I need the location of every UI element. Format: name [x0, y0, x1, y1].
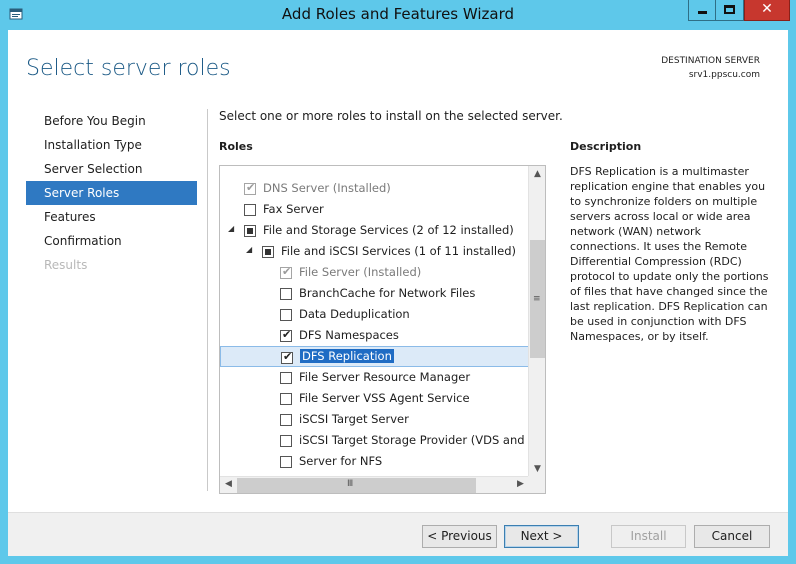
role-label: File Server VSS Agent Service — [299, 391, 470, 405]
destination-server-name: srv1.ppscu.com — [688, 70, 760, 80]
role-checkbox[interactable] — [280, 288, 292, 300]
collapse-arrow-icon[interactable]: ◢ — [228, 224, 234, 233]
minimize-button[interactable] — [688, 0, 716, 21]
role-row[interactable]: ✔ DFS Replication — [220, 346, 529, 367]
role-row[interactable]: Fax Server — [220, 199, 529, 220]
wizard-footer: < Previous Next > Install Cancel — [8, 512, 788, 556]
checkmark-icon: ✔ — [246, 181, 256, 194]
scroll-left-icon[interactable]: ◀ — [220, 479, 237, 489]
role-checkbox: ✔ — [244, 181, 256, 195]
indeterminate-icon — [265, 249, 271, 255]
horizontal-scroll-thumb[interactable]: Ⅲ — [237, 478, 476, 493]
nav-item-server-selection[interactable]: Server Selection — [26, 157, 197, 181]
checkmark-icon: ✔ — [283, 350, 293, 363]
role-label: iSCSI Target Storage Provider (VDS and V… — [299, 433, 529, 447]
role-row[interactable]: ✔ DNS Server (Installed) — [220, 178, 529, 199]
previous-button[interactable]: < Previous — [422, 525, 497, 548]
role-label: Fax Server — [263, 202, 324, 216]
nav-item-installation-type[interactable]: Installation Type — [26, 133, 197, 157]
role-checkbox[interactable] — [262, 246, 274, 258]
close-button[interactable]: ✕ — [744, 0, 790, 21]
indeterminate-icon — [247, 228, 253, 234]
role-row[interactable]: ✔ DFS Namespaces — [220, 325, 529, 346]
nav-item-confirmation[interactable]: Confirmation — [26, 229, 197, 253]
role-row[interactable]: ✔ File Server (Installed) — [220, 262, 529, 283]
role-checkbox[interactable] — [244, 225, 256, 237]
role-checkbox[interactable]: ✔ — [281, 350, 293, 364]
role-checkbox[interactable] — [280, 414, 292, 426]
wizard-client-area: Select server roles DESTINATION SERVER s… — [8, 30, 788, 556]
destination-label: DESTINATION SERVER — [661, 56, 760, 66]
role-label: File and Storage Services (2 of 12 insta… — [263, 223, 514, 237]
roles-tree[interactable]: ✔ DNS Server (Installed) Fax Server ◢ File a… — [219, 165, 546, 494]
role-label: DFS Replication — [300, 349, 394, 363]
role-row[interactable]: iSCSI Target Storage Provider (VDS and V… — [220, 430, 529, 451]
grip-icon: Ⅲ — [347, 479, 354, 489]
role-row[interactable]: File Server VSS Agent Service — [220, 388, 529, 409]
role-checkbox[interactable] — [244, 204, 256, 216]
nav-divider — [207, 109, 208, 491]
destination-server-info: DESTINATION SERVER srv1.ppscu.com — [661, 54, 760, 82]
scrollbar-corner — [528, 476, 545, 493]
vertical-scrollbar[interactable]: ▲ ≡ ▼ — [528, 166, 545, 477]
role-row[interactable]: ◢ File and iSCSI Services (1 of 11 instal… — [220, 241, 529, 262]
maximize-button[interactable] — [716, 0, 744, 21]
role-label: Data Deduplication — [299, 307, 410, 321]
wizard-nav: Before You Begin Installation Type Serve… — [26, 109, 197, 277]
role-row[interactable]: Data Deduplication — [220, 304, 529, 325]
title-bar: Add Roles and Features Wizard ✕ — [0, 0, 796, 30]
nav-item-features[interactable]: Features — [26, 205, 197, 229]
scroll-up-icon[interactable]: ▲ — [529, 169, 545, 179]
checkmark-icon: ✔ — [282, 328, 292, 341]
install-button: Install — [611, 525, 686, 548]
role-row[interactable]: iSCSI Target Server — [220, 409, 529, 430]
role-checkbox[interactable]: ✔ — [280, 328, 292, 342]
checkmark-icon: ✔ — [282, 265, 292, 278]
role-label: iSCSI Target Server — [299, 412, 409, 426]
nav-item-server-roles[interactable]: Server Roles — [26, 181, 197, 205]
scroll-right-icon[interactable]: ▶ — [512, 479, 529, 489]
role-label: File Server Resource Manager — [299, 370, 471, 384]
role-row[interactable]: File Server Resource Manager — [220, 367, 529, 388]
role-label: BranchCache for Network Files — [299, 286, 476, 300]
role-checkbox[interactable] — [280, 372, 292, 384]
minimize-icon — [698, 11, 707, 14]
nav-item-before-you-begin[interactable]: Before You Begin — [26, 109, 197, 133]
role-label: DNS Server (Installed) — [263, 181, 391, 195]
role-label: File and iSCSI Services (1 of 11 install… — [281, 244, 516, 258]
close-icon: ✕ — [761, 1, 773, 17]
role-checkbox[interactable] — [280, 393, 292, 405]
next-button[interactable]: Next > — [504, 525, 579, 548]
description-heading: Description — [570, 140, 642, 153]
instruction-text: Select one or more roles to install on t… — [219, 109, 563, 123]
vertical-scroll-thumb[interactable]: ≡ — [530, 240, 545, 358]
window-title: Add Roles and Features Wizard — [281, 5, 515, 23]
role-checkbox[interactable] — [280, 309, 292, 321]
role-checkbox: ✔ — [280, 265, 292, 279]
description-text: DFS Replication is a multimaster replica… — [570, 165, 769, 343]
scroll-down-icon[interactable]: ▼ — [529, 464, 545, 474]
nav-item-results: Results — [44, 258, 88, 272]
collapse-arrow-icon[interactable]: ◢ — [246, 245, 252, 254]
roles-heading: Roles — [219, 140, 253, 153]
maximize-icon — [724, 5, 735, 14]
roles-tree-body: ✔ DNS Server (Installed) Fax Server ◢ File a… — [220, 166, 529, 477]
role-row[interactable]: BranchCache for Network Files — [220, 283, 529, 304]
role-label: Server for NFS — [299, 454, 383, 468]
role-label: DFS Namespaces — [299, 328, 399, 342]
role-label: File Server (Installed) — [299, 265, 422, 279]
role-row[interactable]: Server for NFS — [220, 451, 529, 472]
grip-icon: ≡ — [533, 294, 541, 304]
cancel-button[interactable]: Cancel — [694, 525, 770, 548]
role-row[interactable]: ◢ File and Storage Services (2 of 12 inst… — [220, 220, 529, 241]
role-checkbox[interactable] — [280, 456, 292, 468]
role-checkbox[interactable] — [280, 435, 292, 447]
page-title: Select server roles — [26, 56, 231, 81]
horizontal-scrollbar[interactable]: ◀ Ⅲ ▶ — [220, 476, 529, 493]
